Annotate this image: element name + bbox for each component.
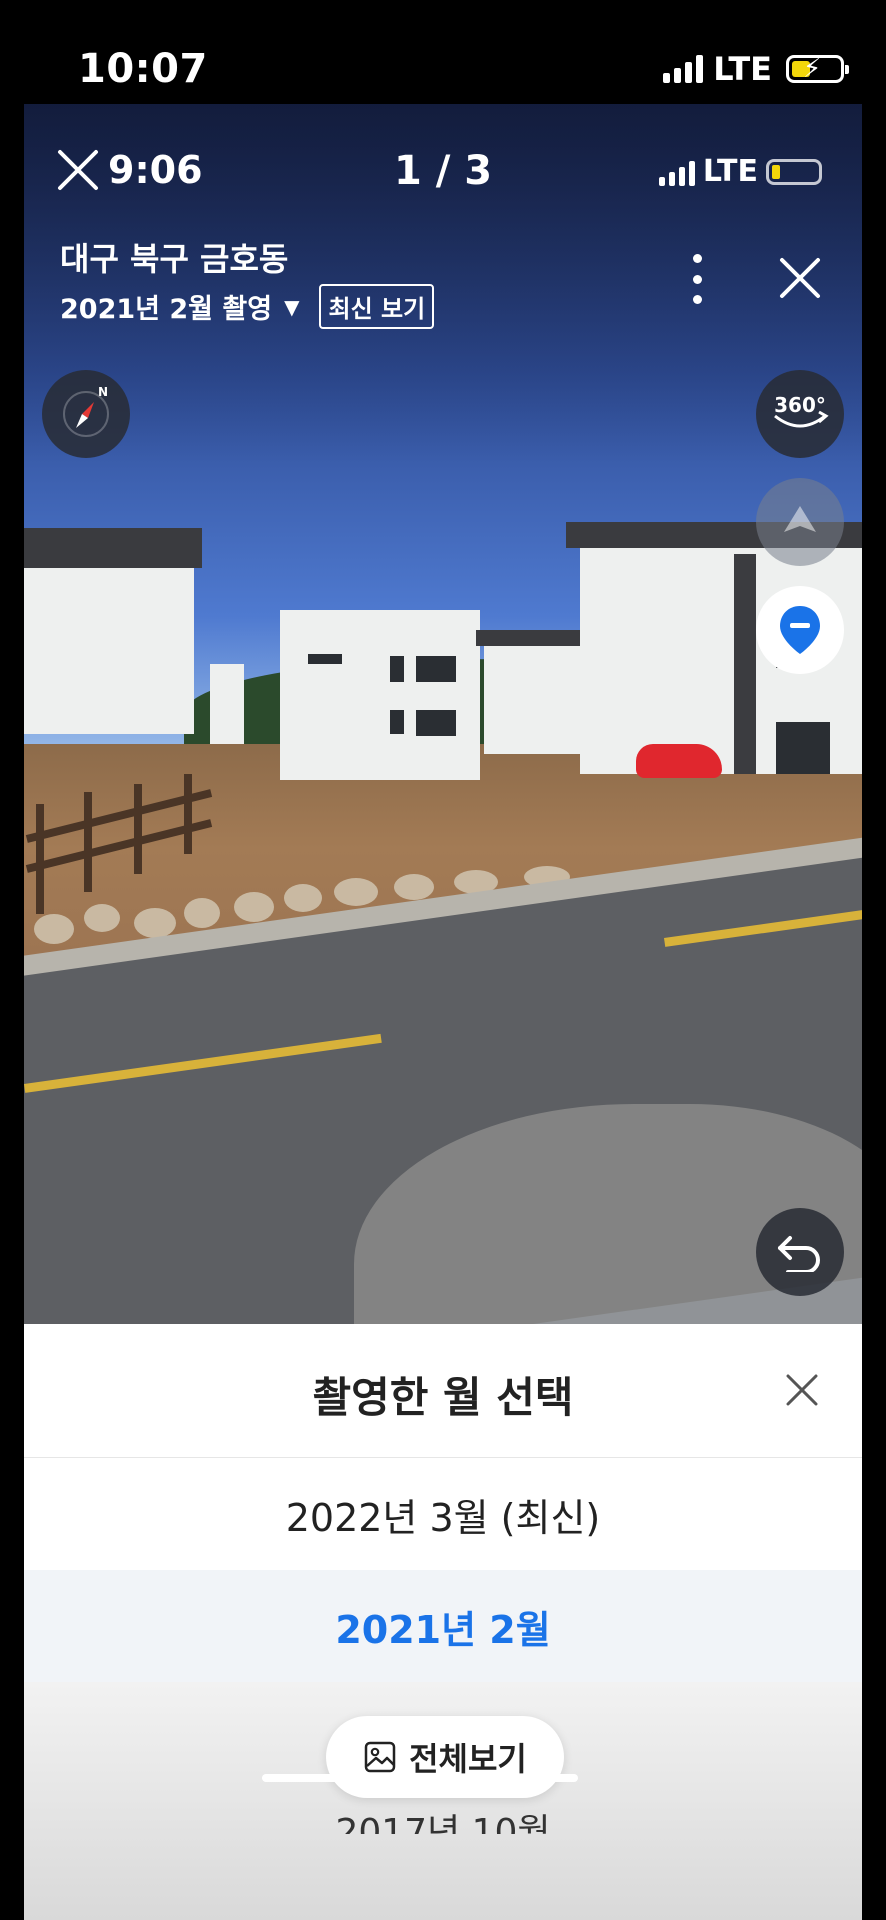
scene-house-small [210,664,244,744]
caret-down-icon[interactable]: ▼ [284,295,299,319]
navigation-icon[interactable] [756,478,844,566]
month-select-sheet: 촬영한 월 선택 2022년 3월 (최신) 2021년 2월 2017년 10… [24,1324,862,1920]
street-view[interactable]: 9:06 1 / 3 LTE 대구 북구 금호동 2021년 2월 촬영 ▼ 최… [24,104,862,1324]
svg-text:N: N [98,385,108,399]
network-type: LTE [713,50,772,88]
rotate-360-icon[interactable]: 360° [756,370,844,458]
scene-house-center [280,610,480,780]
location-pin-icon[interactable] [756,586,844,674]
phone-time: 10:07 [78,46,208,92]
close-icon[interactable] [784,1372,820,1408]
view-all-button[interactable]: 전체보기 [326,1716,564,1798]
capture-date[interactable]: 2021년 2월 촬영 [60,287,272,326]
back-arrow-icon[interactable] [756,1208,844,1296]
battery-icon: ⚡ [786,54,849,84]
close-icon[interactable] [776,254,824,302]
sheet-title: 촬영한 월 선택 [312,1373,574,1422]
capture-date-row: 2021년 2월 촬영 ▼ 최신 보기 [60,284,435,329]
compass-icon[interactable]: N [42,370,130,458]
location-title: 대구 북구 금호동 [60,240,289,278]
month-option[interactable]: 2022년 3월 (최신) [24,1458,862,1570]
phone-status-icons: LTE ⚡ [663,50,849,88]
sheet-header: 촬영한 월 선택 [24,1324,862,1458]
home-indicator[interactable] [262,1774,578,1782]
scene-house-back [476,630,598,754]
battery-icon [766,158,822,185]
month-option[interactable]: 2017년 10월 [24,1808,862,1834]
scene-toy-car [636,744,722,778]
latest-view-button[interactable]: 최신 보기 [319,284,435,329]
month-option-selected[interactable]: 2021년 2월 [24,1570,862,1682]
more-icon[interactable] [682,254,712,304]
btn-360-label: 360° [774,393,826,417]
viewer-status-icons: LTE [658,154,822,189]
roadview-app: 9:06 1 / 3 LTE 대구 북구 금호동 2021년 2월 촬영 ▼ 최… [24,104,862,1920]
scene-house-left [24,528,202,734]
phone-status-bar: 10:07 LTE ⚡ [0,0,886,104]
network-type: LTE [702,154,758,189]
signal-icon [658,158,695,186]
image-icon [364,1741,396,1773]
signal-icon [663,55,704,83]
